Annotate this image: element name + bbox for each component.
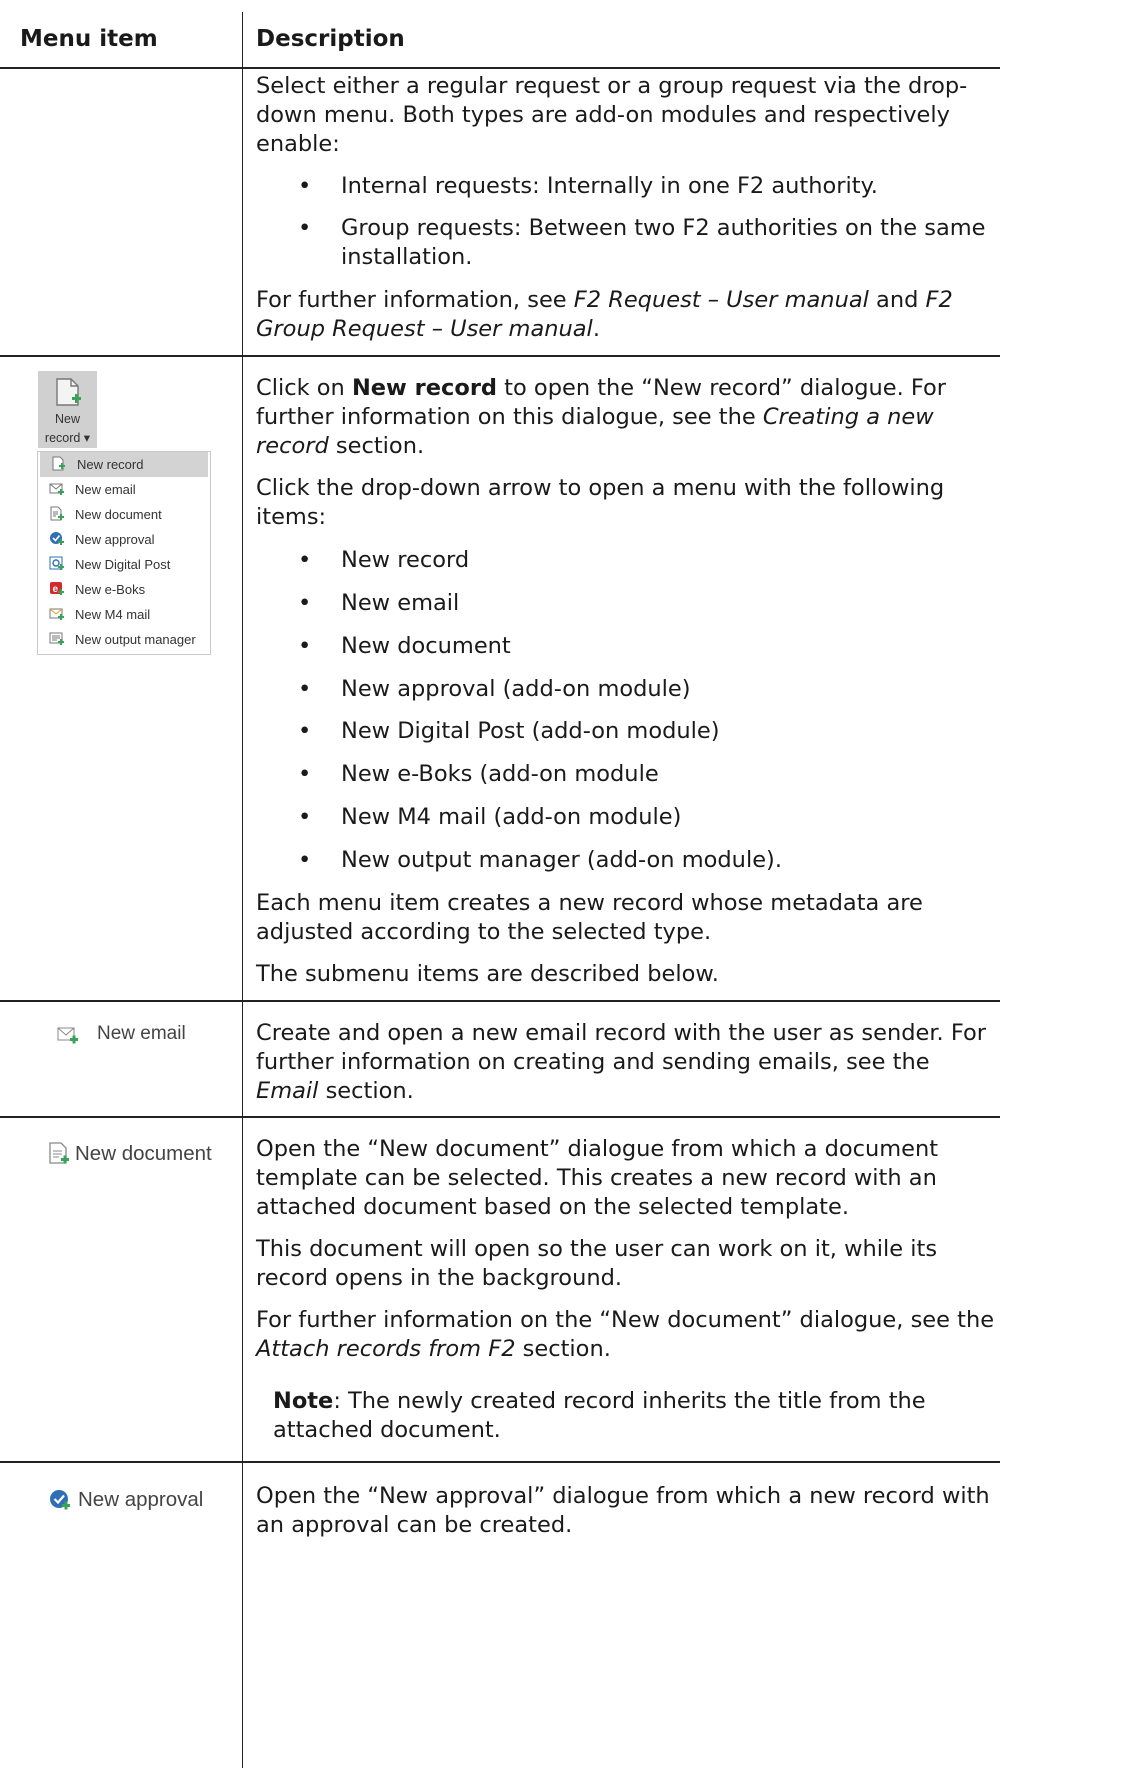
digital-post-icon xyxy=(49,556,64,570)
link-request-manual[interactable]: F2 Request – User manual xyxy=(574,287,869,313)
request-further-info: For further information, see F2 Request … xyxy=(256,287,953,342)
new-email-description: Create and open a new email record with … xyxy=(256,1020,986,1104)
new-record-term: New record xyxy=(351,375,498,401)
row-rule xyxy=(0,355,1000,357)
email-icon xyxy=(49,483,64,495)
menu-item-new-m4-mail[interactable]: New M4 mail xyxy=(38,602,210,627)
new-record-ribbon-button[interactable]: New record ▾ xyxy=(38,371,97,448)
new-record-icon xyxy=(52,456,65,471)
new-document-further-info: For further information on the “New docu… xyxy=(256,1307,995,1362)
ribbon-label-line2: record ▾ xyxy=(44,431,91,445)
request-intro: Select either a regular request or a gro… xyxy=(256,73,968,157)
note-callout: Note: The newly created record inherits … xyxy=(273,1388,926,1443)
dropdown-description: Click the drop-down arrow to open a menu… xyxy=(256,475,945,530)
new-record-description: Click on New record to open the “New rec… xyxy=(256,375,947,459)
link-email-section[interactable]: Email xyxy=(256,1078,318,1104)
column-divider xyxy=(242,12,243,1768)
submenu-note: The submenu items are described below. xyxy=(256,961,719,987)
menu-item-new-email[interactable]: New email xyxy=(38,477,210,502)
new-approval-description: Open the “New approval” dialogue from wh… xyxy=(256,1483,990,1538)
svg-text:e: e xyxy=(53,584,59,595)
e-boks-icon: e xyxy=(50,582,64,595)
new-record-icon xyxy=(56,378,81,406)
document-icon xyxy=(49,1142,69,1164)
approval-icon xyxy=(50,532,64,545)
row-rule xyxy=(0,1116,1000,1118)
menu-item-new-e-boks[interactable]: e New e-Boks xyxy=(38,577,210,602)
new-document-open-info: This document will open so the user can … xyxy=(256,1236,938,1291)
header-rule xyxy=(0,67,1000,69)
document-icon xyxy=(50,506,64,521)
header-menu-item: Menu item xyxy=(20,26,158,52)
new-record-dropdown-menu: New record New email New document New ap… xyxy=(37,451,211,655)
link-attach-records[interactable]: Attach records from F2 xyxy=(256,1336,516,1362)
header-description: Description xyxy=(256,26,405,52)
ribbon-label-line1: New xyxy=(54,412,80,426)
email-icon xyxy=(57,1027,78,1044)
menu-item-new-document[interactable]: New document xyxy=(38,502,210,527)
menu-item-new-output-manager[interactable]: New output manager xyxy=(38,627,210,652)
note-label: Note xyxy=(273,1388,334,1414)
row-rule xyxy=(0,1000,1000,1002)
menu-item-new-digital-post[interactable]: New Digital Post xyxy=(38,552,210,577)
row-rule xyxy=(0,1461,1000,1463)
output-manager-icon xyxy=(49,632,64,645)
new-document-description: Open the “New document” dialogue from wh… xyxy=(256,1136,939,1220)
menu-item-new-record[interactable]: New record xyxy=(40,452,208,477)
approval-icon xyxy=(50,1490,70,1510)
m4-mail-icon xyxy=(49,608,64,620)
menu-item-new-approval[interactable]: New approval xyxy=(38,527,210,552)
metadata-description: Each menu item creates a new record whos… xyxy=(256,890,923,945)
